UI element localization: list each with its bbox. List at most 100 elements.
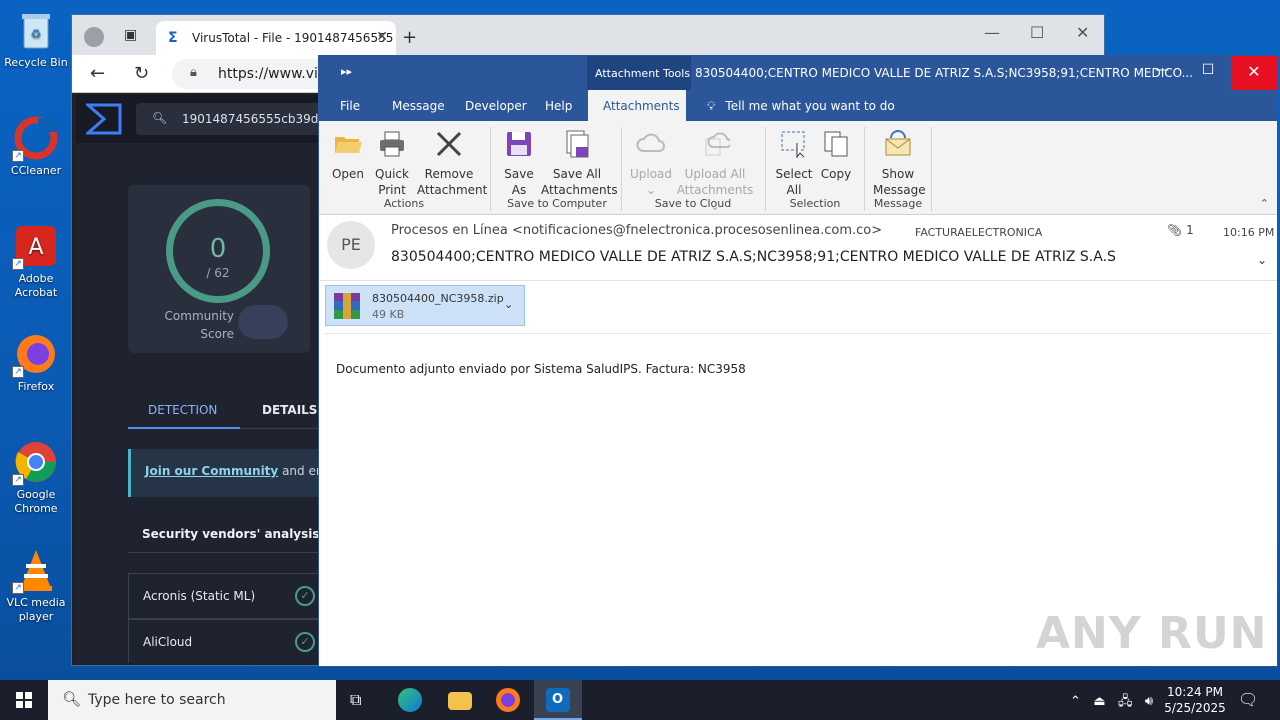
- show-message-button[interactable]: Show Message: [873, 129, 926, 198]
- virustotal-logo-icon[interactable]: [86, 103, 122, 135]
- volume-icon[interactable]: 🔊︎: [1145, 694, 1153, 709]
- paperclip-icon: 📎︎: [1167, 223, 1183, 237]
- quick-print-button[interactable]: Quick Print: [373, 129, 411, 198]
- search-icon: 🔍︎: [62, 690, 82, 708]
- remove-attachment-button[interactable]: Remove Attachment: [417, 129, 487, 198]
- desktop-icon-label: Firefox: [17, 380, 55, 393]
- taskbar-file-explorer[interactable]: [436, 680, 484, 720]
- tell-me-search[interactable]: 💡︎ Tell me what you want to do: [707, 99, 895, 114]
- minimize-icon[interactable]: —: [984, 23, 1000, 42]
- check-icon: ✓: [295, 586, 315, 606]
- desktop-icon-recycle-bin[interactable]: ♻ Recycle Bin: [2, 8, 70, 70]
- vendor-row: Acronis (Static ML) ✓: [128, 573, 320, 619]
- firefox-icon: ↗: [12, 332, 58, 378]
- join-community-banner: Join our Community and enj: [128, 449, 320, 497]
- attachment-item[interactable]: 830504400_NC3958.zip 49 KB ⌄: [325, 285, 525, 326]
- network-icon[interactable]: 🖧︎: [1118, 694, 1133, 709]
- show-message-icon: [885, 130, 911, 156]
- group-label-message: Message: [873, 197, 923, 210]
- desktop-icon-chrome[interactable]: ↗ Google Chrome: [2, 440, 70, 516]
- tab-help[interactable]: Help: [545, 99, 572, 113]
- tab-detection[interactable]: DETECTION: [128, 395, 240, 429]
- lightbulb-icon: 💡︎: [707, 99, 716, 113]
- message-body: Documento adjunto enviado por Sistema Sa…: [336, 362, 746, 376]
- sender[interactable]: Procesos en Línea <notificaciones@fnelec…: [391, 223, 882, 238]
- maximize-icon[interactable]: ☐: [1030, 23, 1044, 42]
- close-button[interactable]: ✕: [1231, 56, 1277, 90]
- close-tab-icon[interactable]: ✕: [376, 29, 388, 45]
- expand-header-icon[interactable]: ⌄: [1257, 253, 1267, 267]
- browser-tab-virustotal[interactable]: Σ VirusTotal - File - 1901487456555 ✕: [156, 21, 396, 55]
- community-score-toggle[interactable]: [238, 305, 288, 339]
- svg-text:♻: ♻: [31, 27, 42, 41]
- maximize-icon[interactable]: ☐: [1185, 62, 1231, 78]
- taskbar-search-box[interactable]: 🔍︎ Type here to search: [48, 680, 336, 720]
- save-as-button[interactable]: Save As: [503, 129, 535, 198]
- community-score-label: Community Score: [164, 309, 234, 341]
- tab-details[interactable]: DETAILS: [262, 403, 317, 417]
- system-tray: ⌃ ⏏︎ 🖧︎ 🔊︎: [1070, 692, 1153, 714]
- save-all-attachments-button[interactable]: Save All Attachments: [541, 129, 618, 198]
- back-icon[interactable]: ←: [90, 63, 105, 84]
- shortcut-arrow-icon: ↗: [12, 150, 24, 162]
- new-tab-icon[interactable]: +: [402, 27, 417, 48]
- svg-text:A: A: [28, 235, 43, 260]
- sender-avatar: PE: [327, 221, 375, 269]
- select-all-button[interactable]: Select All: [775, 129, 813, 198]
- detection-count: 0: [209, 234, 227, 264]
- anyrun-watermark: ANY RUN: [1036, 608, 1268, 659]
- tab-message[interactable]: Message: [392, 99, 445, 113]
- taskbar: 🔍︎ Type here to search ⧉ O ⌃ ⏏︎ 🖧︎ 🔊︎ 10…: [0, 680, 1280, 720]
- detection-total: / 62: [206, 266, 230, 280]
- tab-attachments[interactable]: Attachments: [588, 90, 686, 121]
- check-icon: ✓: [295, 632, 315, 652]
- shortcut-arrow-icon: ↗: [12, 258, 24, 270]
- attachment-dropdown-icon[interactable]: ⌄: [504, 298, 513, 311]
- quick-access-more-icon[interactable]: ▸▸: [341, 65, 352, 78]
- taskbar-firefox[interactable]: [484, 680, 532, 720]
- desktop-icon-label: Adobe Acrobat: [14, 272, 58, 299]
- minimize-icon[interactable]: —: [1139, 62, 1185, 78]
- desktop-icon-label: Recycle Bin: [4, 56, 68, 69]
- desktop-icon-label: VLC media player: [6, 596, 66, 623]
- desktop-icon-label: CCleaner: [10, 164, 62, 177]
- profile-icon[interactable]: [84, 27, 104, 47]
- cloud-upload-icon: [636, 133, 665, 152]
- clock[interactable]: 10:24 PM 5/25/2025: [1160, 684, 1230, 716]
- select-all-icon: [781, 131, 805, 159]
- reload-icon[interactable]: ↻: [134, 63, 149, 84]
- desktop-icon-ccleaner[interactable]: ↗ CCleaner: [2, 116, 70, 178]
- open-button[interactable]: Open: [331, 129, 365, 182]
- windows-start-icon[interactable]: [0, 680, 48, 720]
- tab-file[interactable]: File: [340, 99, 360, 113]
- join-community-link[interactable]: Join our Community: [145, 464, 278, 478]
- shortcut-arrow-icon: ↗: [12, 366, 24, 378]
- attachment-count: 📎︎ 1: [1167, 223, 1194, 237]
- usb-icon[interactable]: ⏏︎: [1093, 694, 1105, 709]
- task-view-button[interactable]: ⧉: [336, 680, 384, 720]
- ribbon-separator: [931, 127, 932, 211]
- taskbar-edge[interactable]: [386, 680, 434, 720]
- upload-button[interactable]: Upload ⌄: [629, 129, 673, 198]
- vt-score-card: 0 / 62 Community Score: [128, 185, 310, 353]
- recycle-bin-icon: ♻: [14, 8, 58, 52]
- message-subject: 830504400;CENTRO MEDICO VALLE DE ATRIZ S…: [391, 249, 1116, 265]
- vt-search-input[interactable]: 🔍︎ 1901487456555cb39d6: [136, 103, 320, 135]
- taskbar-outlook[interactable]: O: [534, 680, 582, 720]
- show-hidden-icons-icon[interactable]: ⌃: [1070, 694, 1081, 709]
- close-icon[interactable]: ✕: [1076, 23, 1089, 42]
- ribbon-separator: [864, 127, 865, 211]
- desktop-icon-acrobat[interactable]: A ↗ Adobe Acrobat: [2, 224, 70, 300]
- outlook-message-window: ▸▸ Attachment Tools 830504400;CENTRO MED…: [318, 55, 1278, 667]
- winrar-archive-icon: [334, 293, 360, 319]
- collapse-ribbon-icon[interactable]: ⌃: [1260, 197, 1269, 210]
- tab-developer[interactable]: Developer: [465, 99, 527, 113]
- desktop-icon-vlc[interactable]: ↗ VLC media player: [2, 548, 70, 624]
- copy-button[interactable]: Copy: [819, 129, 853, 182]
- desktop-icon-firefox[interactable]: ↗ Firefox: [2, 332, 70, 394]
- group-label-save-to-cloud: Save to Cloud: [654, 197, 732, 210]
- group-label-selection: Selection: [789, 197, 841, 210]
- tab-actions-icon[interactable]: ▣: [124, 27, 137, 43]
- shortcut-arrow-icon: ↗: [12, 582, 24, 594]
- notifications-icon[interactable]: 🗨︎: [1238, 690, 1258, 709]
